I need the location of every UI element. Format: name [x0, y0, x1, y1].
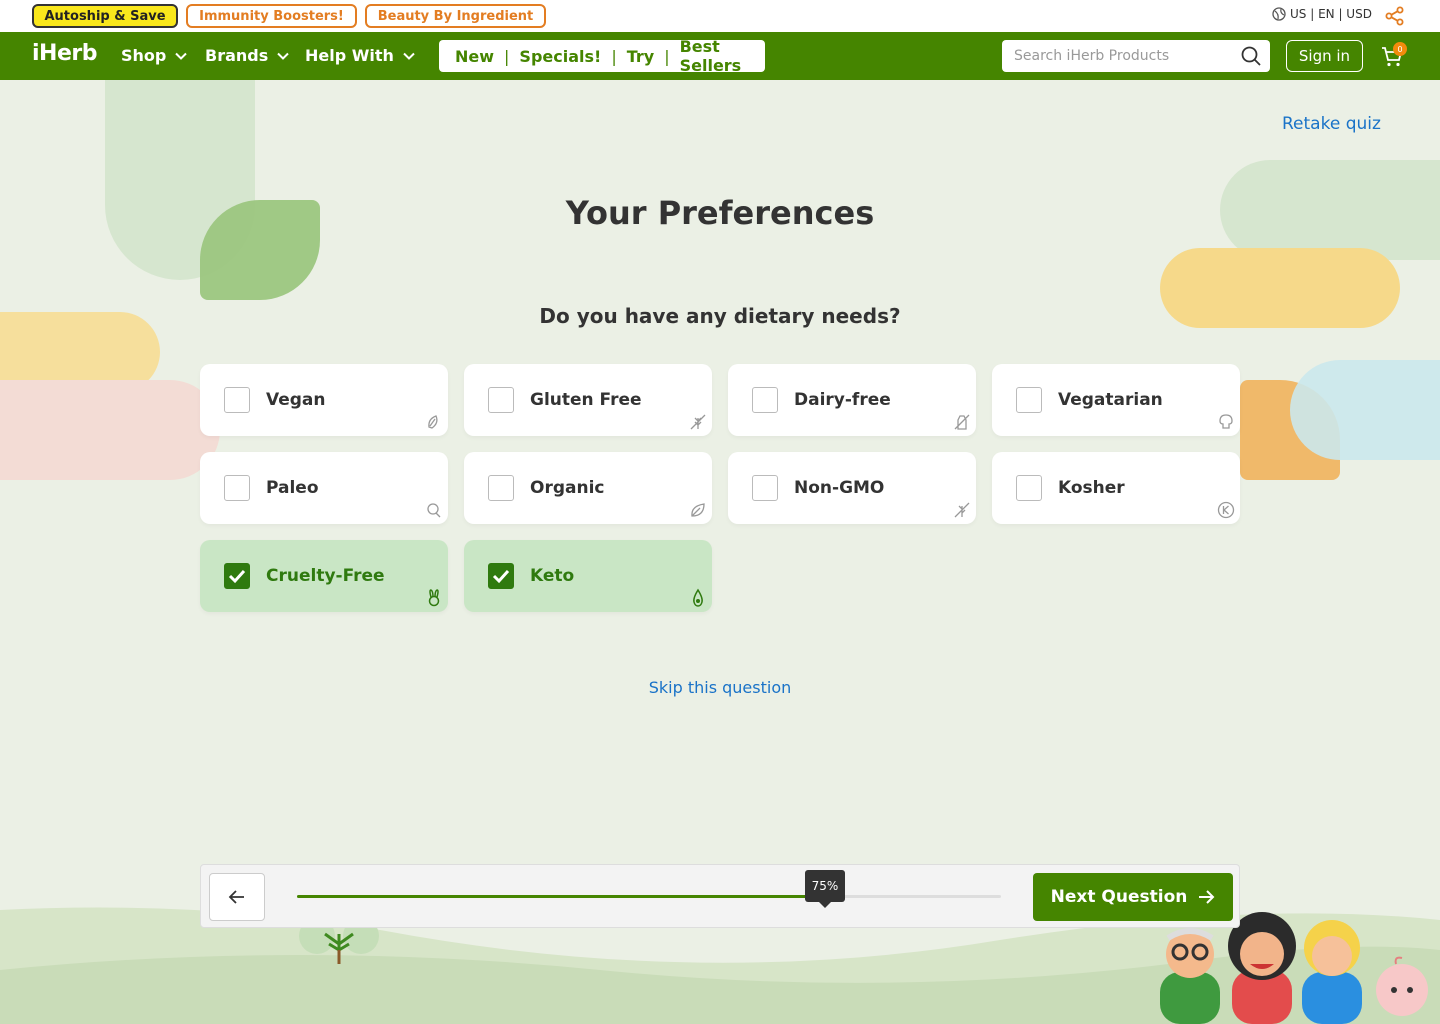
checkbox-checked[interactable]: [488, 563, 514, 589]
option-label: Non-GMO: [794, 478, 885, 498]
main-header: iHerb Shop Brands Help With New | Specia…: [0, 32, 1440, 80]
next-question-button[interactable]: Next Question: [1033, 873, 1233, 921]
immunity-promo-button[interactable]: Immunity Boosters!: [186, 4, 357, 28]
checkbox[interactable]: [224, 475, 250, 501]
checkbox[interactable]: [1016, 475, 1042, 501]
nav-shop[interactable]: Shop: [121, 46, 188, 65]
option-label: Paleo: [266, 478, 319, 498]
search-placeholder: Search iHerb Products: [1014, 48, 1170, 64]
nav-brands[interactable]: Brands: [205, 46, 290, 65]
decor-blue-pill-right: [1290, 360, 1440, 460]
quick-link-best-sellers[interactable]: Best Sellers: [680, 37, 765, 75]
search-icon[interactable]: [1240, 45, 1262, 67]
option-cruelty-free[interactable]: Cruelty-Free: [200, 540, 448, 612]
progress-percent-tooltip: 75%: [805, 870, 845, 908]
kosher-icon: [1217, 501, 1235, 519]
non-gmo-icon: [954, 502, 970, 518]
avocado-icon: [693, 588, 703, 607]
question-text: Do you have any dietary needs?: [539, 304, 901, 328]
rabbit-icon: [428, 589, 440, 607]
chevron-down-icon: [277, 52, 289, 60]
globe-icon: [1272, 7, 1286, 21]
vegan-icon: [428, 415, 438, 429]
option-label: Organic: [530, 478, 605, 498]
organic-icon: [691, 503, 705, 517]
option-label: Kosher: [1058, 478, 1125, 498]
decor-pink-pill-left: [0, 380, 220, 480]
autoship-promo-button[interactable]: Autoship & Save: [32, 4, 178, 28]
retake-quiz-link[interactable]: Retake quiz: [1282, 114, 1381, 134]
separator: |: [664, 46, 670, 66]
option-label: Vegan: [266, 390, 326, 410]
dairy-free-icon: [954, 414, 970, 430]
nav-help-with-label: Help With: [305, 46, 394, 65]
search-input[interactable]: Search iHerb Products: [1002, 40, 1270, 72]
promo-bar: Autoship & Save Immunity Boosters! Beaut…: [0, 0, 1440, 32]
sign-in-button[interactable]: Sign in: [1286, 40, 1363, 72]
checkbox[interactable]: [488, 475, 514, 501]
locale-label: US | EN | USD: [1290, 7, 1372, 21]
checkbox-checked[interactable]: [224, 563, 250, 589]
beauty-promo-button[interactable]: Beauty By Ingredient: [365, 4, 546, 28]
nav-help-with[interactable]: Help With: [305, 46, 416, 65]
option-label: Keto: [530, 566, 575, 586]
option-gluten-free[interactable]: Gluten Free: [464, 364, 712, 436]
share-icon[interactable]: [1385, 6, 1405, 26]
nav-brands-label: Brands: [205, 46, 269, 65]
checkbox[interactable]: [752, 475, 778, 501]
checkbox[interactable]: [752, 387, 778, 413]
option-label: Vegatarian: [1058, 390, 1163, 410]
progress-panel: 75% Next Question: [200, 864, 1240, 928]
option-keto[interactable]: Keto: [464, 540, 712, 612]
option-non-gmo[interactable]: Non-GMO: [728, 452, 976, 524]
back-button[interactable]: [209, 873, 265, 921]
gluten-free-icon: [690, 414, 706, 430]
arrow-left-icon: [228, 890, 244, 904]
quick-link-try[interactable]: Try: [627, 47, 654, 66]
nav-shop-label: Shop: [121, 46, 167, 65]
checkbox[interactable]: [224, 387, 250, 413]
chevron-down-icon: [403, 52, 415, 60]
vegetarian-icon: [1219, 414, 1233, 429]
quick-link-new[interactable]: New: [455, 47, 494, 66]
option-label: Gluten Free: [530, 390, 642, 410]
separator: |: [504, 46, 510, 66]
arrow-right-icon: [1199, 890, 1215, 904]
option-vegatarian[interactable]: Vegatarian: [992, 364, 1240, 436]
locale-selector[interactable]: US | EN | USD: [1272, 7, 1372, 21]
checkbox[interactable]: [1016, 387, 1042, 413]
option-label: Dairy-free: [794, 390, 891, 410]
paleo-icon: [427, 503, 441, 518]
quick-link-specials[interactable]: Specials!: [519, 47, 601, 66]
checkmark-icon: [492, 569, 510, 584]
option-dairy-free[interactable]: Dairy-free: [728, 364, 976, 436]
cart-count-badge: 0: [1393, 42, 1407, 56]
progress-fill: [297, 895, 825, 898]
option-label: Cruelty-Free: [266, 566, 385, 586]
option-vegan[interactable]: Vegan: [200, 364, 448, 436]
checkmark-icon: [228, 569, 246, 584]
quick-links: New | Specials! | Try | Best Sellers: [439, 37, 765, 75]
option-paleo[interactable]: Paleo: [200, 452, 448, 524]
skip-question-link[interactable]: Skip this question: [0, 678, 1440, 697]
checkbox[interactable]: [488, 387, 514, 413]
separator: |: [611, 46, 617, 66]
option-kosher[interactable]: Kosher: [992, 452, 1240, 524]
chevron-down-icon: [175, 52, 188, 60]
page-title: Your Preferences: [565, 194, 875, 232]
option-organic[interactable]: Organic: [464, 452, 712, 524]
iherb-logo[interactable]: iHerb: [32, 41, 97, 66]
next-question-label: Next Question: [1050, 887, 1188, 907]
progress-track: 75%: [297, 870, 1001, 908]
